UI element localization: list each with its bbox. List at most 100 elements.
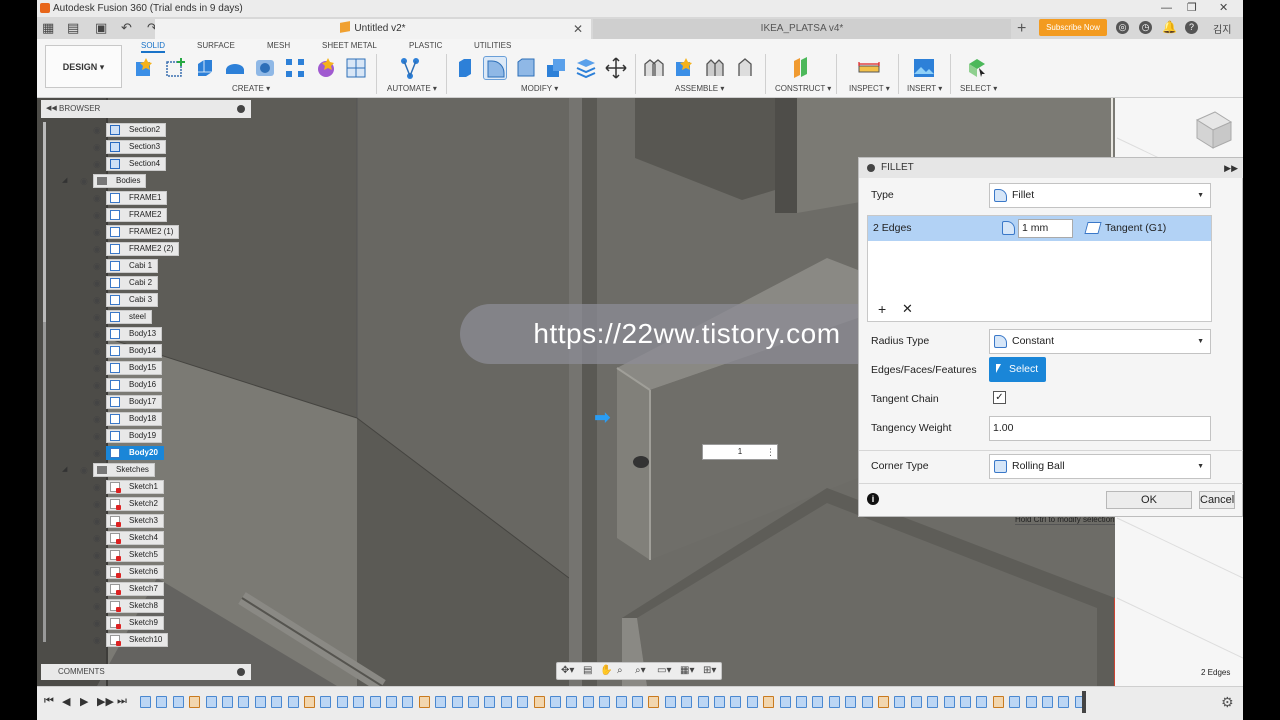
browser-item-label[interactable]: Body13 — [106, 327, 163, 341]
expand-arrow-icon[interactable]: ◢ — [62, 176, 67, 184]
extrude-button[interactable] — [193, 56, 217, 80]
tab-ikea-platsa[interactable]: IKEA_PLATSA v4* — [593, 19, 1011, 39]
visibility-eye-icon[interactable]: ◉ — [93, 635, 103, 645]
edge-set-row[interactable]: 2 Edges 1 mm Tangent (G1) — [868, 216, 1211, 241]
measure-button[interactable] — [857, 56, 881, 80]
select-edges-button[interactable]: Select — [989, 357, 1046, 382]
browser-item-label[interactable]: steel — [106, 310, 152, 324]
timeline-feature-icon[interactable] — [1042, 696, 1053, 708]
timeline-feature-icon[interactable] — [960, 696, 971, 708]
visibility-eye-icon[interactable]: ◉ — [80, 176, 90, 186]
timeline-feature-icon[interactable] — [582, 696, 594, 708]
browser-item-label[interactable]: Body18 — [106, 412, 163, 426]
browser-item-label[interactable]: FRAME2 (2) — [106, 242, 180, 256]
visibility-eye-icon[interactable]: ◉ — [93, 227, 103, 237]
radius-inline-input[interactable]: 1 ⋮ — [702, 444, 778, 460]
timeline-feature-icon[interactable] — [533, 696, 545, 708]
timeline-feature-icon[interactable] — [468, 696, 479, 708]
revolve-button[interactable] — [223, 56, 247, 80]
timeline-feature-icon[interactable] — [1025, 696, 1037, 708]
visibility-eye-icon[interactable]: ◉ — [93, 431, 103, 441]
hole-button[interactable] — [253, 56, 277, 80]
timeline-feature-icon[interactable] — [796, 696, 807, 708]
browser-item-label[interactable]: Body15 — [106, 361, 163, 375]
timeline-feature-icon[interactable] — [845, 696, 857, 708]
browser-item-label[interactable]: Cabi 3 — [106, 293, 159, 307]
visibility-eye-icon[interactable]: ◉ — [93, 295, 103, 305]
browser-item-label[interactable]: Body20 — [106, 446, 164, 460]
browser-item-label[interactable]: Sketch1 — [106, 480, 164, 494]
offset-plane-button[interactable] — [789, 56, 813, 80]
timeline-feature-icon[interactable] — [550, 696, 561, 708]
visibility-eye-icon[interactable]: ◉ — [93, 380, 103, 390]
combine-button[interactable] — [574, 56, 598, 80]
timeline-feature-icon[interactable] — [861, 696, 873, 708]
visibility-eye-icon[interactable]: ◉ — [93, 329, 103, 339]
add-comment-icon[interactable] — [237, 668, 245, 676]
fit-icon[interactable]: ⌕▾ — [635, 665, 646, 676]
timeline-start-icon[interactable]: ⏮ — [44, 695, 54, 708]
minimize-dialog-icon[interactable] — [867, 164, 875, 172]
insert-image-button[interactable] — [912, 56, 936, 80]
zoom-icon[interactable]: ⌕ — [617, 665, 623, 676]
timeline-feature-icon[interactable] — [894, 696, 906, 708]
tangency-weight-input[interactable]: 1.00 — [989, 416, 1211, 441]
browser-item-label[interactable]: Sketch10 — [106, 633, 169, 647]
subscribe-button[interactable]: Subscribe Now — [1039, 19, 1107, 36]
timeline-feature-icon[interactable] — [910, 696, 922, 708]
collapse-arrow-icon[interactable]: ◀◀ — [46, 100, 57, 118]
help-icon[interactable]: ? — [1185, 21, 1198, 34]
automate-group-label[interactable]: AUTOMATE ▾ — [387, 84, 437, 93]
timeline-feature-icon[interactable] — [779, 696, 791, 708]
browser-item-label[interactable]: FRAME2 — [106, 208, 168, 222]
job-status-icon[interactable]: ◷ — [1139, 21, 1152, 34]
browser-item-label[interactable]: Section2 — [106, 123, 167, 137]
browser-item-label[interactable]: Sketch2 — [106, 497, 164, 511]
tab-untitled[interactable]: Untitled v2* ✕ — [155, 19, 591, 39]
visibility-eye-icon[interactable]: ◉ — [93, 346, 103, 356]
visibility-eye-icon[interactable]: ◉ — [93, 618, 103, 628]
timeline-settings-icon[interactable]: ⚙ — [1221, 694, 1234, 711]
scrollbar-thumb[interactable] — [43, 322, 46, 642]
continuity-dropdown[interactable]: Tangent (G1) — [1084, 216, 1166, 241]
timeline-feature-icon[interactable] — [418, 696, 430, 708]
tab-solid[interactable]: SOLID — [141, 41, 166, 53]
timeline-feature-icon[interactable] — [353, 696, 365, 708]
browser-header[interactable]: ◀◀ BROWSER — [41, 100, 251, 118]
timeline-feature-icon[interactable] — [386, 696, 397, 708]
visibility-eye-icon[interactable]: ◉ — [93, 584, 103, 594]
timeline-feature-icon[interactable] — [878, 696, 889, 708]
tangent-chain-checkbox[interactable]: ✓ — [993, 391, 1006, 404]
timeline-feature-icon[interactable] — [992, 696, 1004, 708]
workspace-switcher[interactable]: DESIGN ▾ — [45, 45, 122, 88]
tab-utilities[interactable]: UTILITIES — [474, 41, 511, 50]
browser-item-label[interactable]: Body14 — [106, 344, 163, 358]
tab-sheet-metal[interactable]: SHEET METAL — [322, 41, 377, 50]
move-copy-button[interactable] — [604, 56, 628, 80]
visibility-eye-icon[interactable]: ◉ — [93, 159, 103, 169]
timeline-feature-icon[interactable] — [304, 696, 315, 708]
timeline-feature-icon[interactable] — [714, 696, 725, 708]
remove-set-icon[interactable]: ✕ — [902, 301, 913, 317]
browser-item-label[interactable]: Bodies — [93, 174, 147, 188]
visibility-eye-icon[interactable]: ◉ — [93, 210, 103, 220]
press-pull-button[interactable] — [453, 56, 477, 80]
tab-mesh[interactable]: MESH — [267, 41, 290, 50]
fillet-header[interactable]: FILLET ▶▶ — [859, 158, 1243, 178]
timeline-feature-icon[interactable] — [254, 696, 266, 708]
timeline-feature-icon[interactable] — [599, 696, 611, 708]
timeline-feature-icon[interactable] — [632, 696, 643, 708]
close-window-icon[interactable]: ✕ — [1219, 0, 1228, 17]
browser-item-label[interactable]: Body19 — [106, 429, 163, 443]
inspect-group-label[interactable]: INSPECT ▾ — [849, 84, 890, 93]
timeline-feature-icon[interactable] — [648, 696, 660, 708]
visibility-eye-icon[interactable]: ◉ — [93, 601, 103, 611]
as-built-joint-button[interactable] — [703, 56, 727, 80]
timeline-feature-icon[interactable] — [402, 696, 414, 708]
expand-arrow-icon[interactable]: ◢ — [62, 465, 67, 473]
pan-icon[interactable]: ✋ — [600, 665, 612, 676]
visibility-eye-icon[interactable]: ◉ — [93, 414, 103, 424]
visibility-eye-icon[interactable]: ◉ — [93, 125, 103, 135]
visibility-eye-icon[interactable]: ◉ — [93, 312, 103, 322]
timeline-feature-icon[interactable] — [697, 696, 709, 708]
